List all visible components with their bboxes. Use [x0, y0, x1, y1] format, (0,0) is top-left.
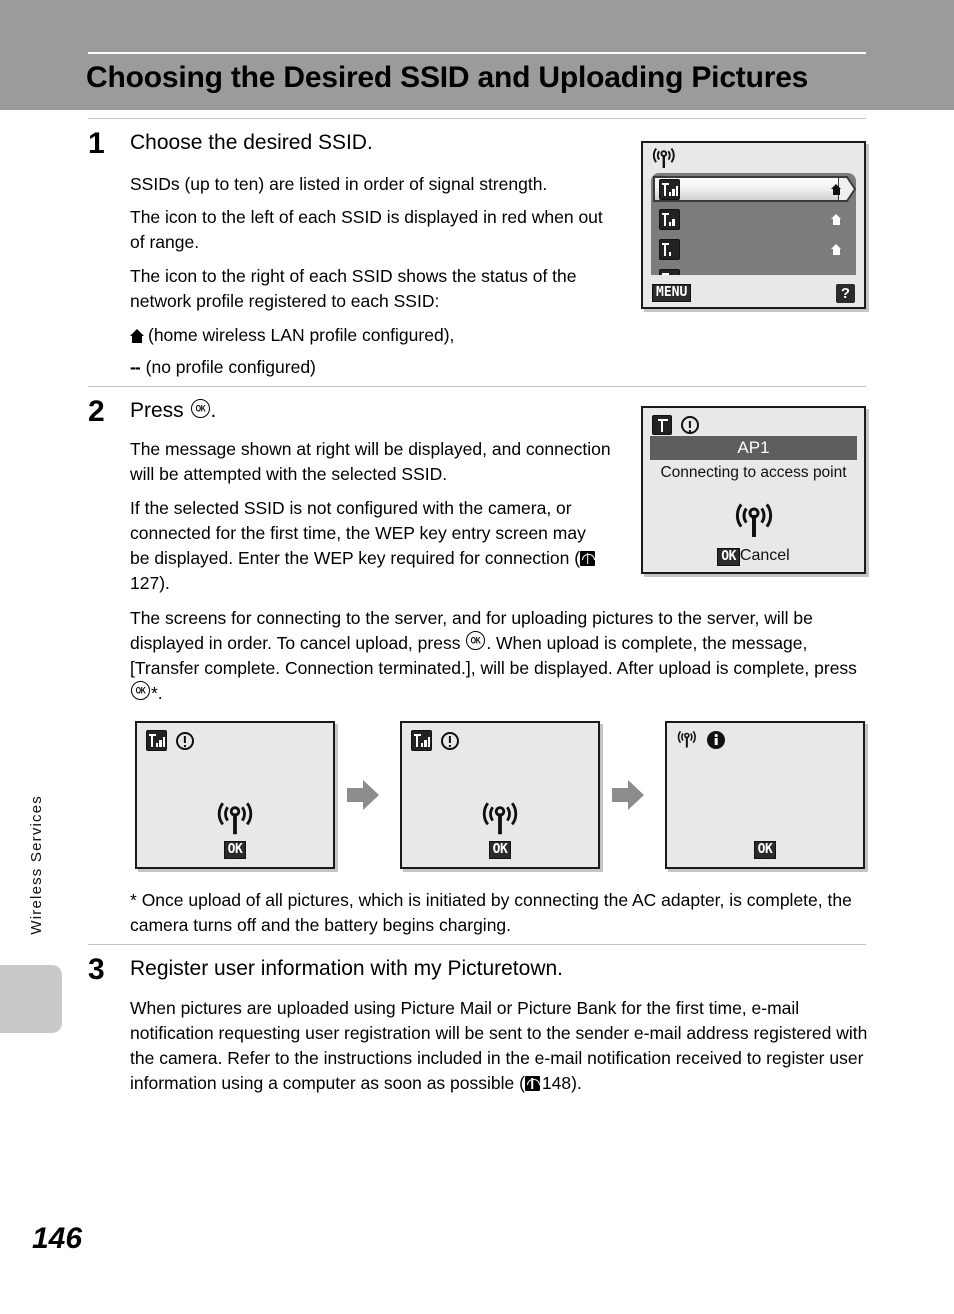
ok-row[interactable]: OK — [667, 840, 863, 859]
wireless-antenna-icon — [482, 802, 518, 835]
home-icon — [831, 212, 842, 230]
page-title: Choosing the Desired SSID and Uploading … — [86, 61, 809, 94]
ssid-screen-footer: MENU ? — [643, 275, 864, 307]
signal-strength-3-icon — [411, 730, 432, 751]
step-1-legend-none: -- (no profile configured) — [130, 355, 630, 380]
step-2-paragraph-3-end: *. — [151, 683, 163, 703]
ok-button-icon: OK — [488, 841, 512, 859]
access-point-name: AP1 — [650, 436, 857, 460]
connecting-message: Connecting to access point — [660, 464, 847, 481]
step-3-ref-page: 148 — [541, 1073, 572, 1093]
step-3-paragraph: When pictures are uploaded using Picture… — [130, 996, 878, 1096]
ok-button-icon — [466, 631, 486, 650]
step-3-paragraph-end: ). — [571, 1073, 582, 1093]
page-number: 146 — [32, 1222, 83, 1255]
dashes-icon: -- — [130, 357, 141, 377]
step-2-title-prefix: Press — [130, 399, 190, 422]
ok-row[interactable]: OK — [402, 840, 598, 859]
divider-step-3 — [88, 944, 866, 945]
uploading-screen[interactable]: OK — [400, 721, 600, 869]
signal-strength-2-icon — [659, 209, 680, 235]
step-1-legend-home: (home wireless LAN profile configured), — [130, 323, 630, 348]
wireless-antenna-icon — [652, 148, 675, 168]
flow-screen-2-status-icons — [411, 730, 459, 751]
connecting-screen-status-icons — [652, 415, 699, 435]
ok-button-icon — [190, 399, 210, 418]
section-tab-marker — [0, 965, 62, 1033]
step-2-paragraph-2: If the selected SSID is not configured w… — [130, 496, 610, 596]
flow-screen-1-status-icons — [146, 730, 194, 751]
step-1-legend-home-label: (home wireless LAN profile configured), — [148, 325, 455, 345]
step-1-number: 1 — [88, 127, 105, 160]
step-3-number: 3 — [88, 953, 105, 986]
step-1-legend-none-label: (no profile configured) — [145, 357, 316, 377]
step-2-paragraph-1: The message shown at right will be displ… — [130, 439, 611, 484]
warning-icon — [441, 731, 459, 750]
flow-screen-3-status-icons — [676, 730, 725, 750]
ok-row[interactable]: OK — [137, 840, 333, 859]
reference-book-icon — [580, 551, 596, 566]
list-item[interactable] — [651, 175, 856, 205]
cancel-label: Cancel — [739, 547, 790, 564]
step-1-paragraph-2: The icon to the left of each SSID is dis… — [130, 207, 603, 252]
home-icon — [831, 182, 842, 200]
wireless-antenna-icon — [735, 503, 772, 537]
step-2-ref-page: 127 — [130, 573, 160, 593]
list-item[interactable] — [651, 205, 856, 235]
wireless-antenna-icon — [677, 730, 696, 748]
footnote: * Once upload of all pictures, which is … — [130, 888, 878, 938]
step-2-title-suffix: . — [210, 399, 217, 422]
info-icon — [707, 731, 725, 749]
step-2-paragraph-2-text: If the selected SSID is not configured w… — [130, 498, 586, 568]
signal-strength-1-icon — [659, 239, 680, 265]
footnote-marker: * — [130, 890, 137, 910]
divider-step-2 — [88, 386, 866, 387]
step-2-title: Press . — [130, 399, 216, 423]
connecting-screen[interactable]: AP1 Connecting to access point OK Cancel — [641, 406, 866, 574]
menu-button[interactable]: MENU — [652, 284, 692, 302]
antenna-box-icon — [652, 415, 672, 435]
ok-button-icon — [131, 681, 150, 700]
footnote-text: Once upload of all pictures, which is in… — [130, 890, 852, 935]
header-rule — [88, 52, 866, 54]
step-3-title: Register user information with my Pictur… — [130, 957, 563, 980]
selection-highlight — [653, 176, 840, 202]
signal-strength-3-icon — [659, 179, 680, 205]
transfer-complete-screen[interactable]: OK — [665, 721, 865, 869]
ok-button-icon: OK — [717, 548, 740, 566]
home-icon — [831, 242, 842, 260]
flow-arrow-1 — [345, 778, 381, 812]
help-button[interactable]: ? — [836, 284, 855, 303]
ssid-screen-header — [643, 143, 864, 173]
step-2-number: 2 — [88, 395, 105, 428]
flow-arrow-2 — [610, 778, 646, 812]
ok-button-icon: OK — [223, 841, 247, 859]
step-1-paragraph-1: SSIDs (up to ten) are listed in order of… — [130, 174, 548, 194]
wireless-antenna-icon — [217, 802, 253, 835]
divider-step-1 — [88, 118, 866, 119]
ok-button-icon: OK — [753, 841, 777, 859]
warning-icon — [681, 416, 699, 434]
step-2-paragraph-3: The screens for connecting to the server… — [130, 606, 876, 706]
ssid-list-screen[interactable]: -- MENU ? — [641, 141, 866, 309]
home-icon — [130, 329, 145, 343]
section-label: Wireless Services — [28, 795, 45, 935]
cancel-row[interactable]: OK Cancel — [643, 547, 864, 566]
warning-icon — [176, 731, 194, 750]
step-1-paragraph-3: The icon to the right of each SSID shows… — [130, 266, 577, 311]
connecting-to-server-screen[interactable]: OK — [135, 721, 335, 869]
list-item[interactable] — [651, 235, 856, 265]
signal-strength-3-icon — [146, 730, 167, 751]
step-1-title: Choose the desired SSID. — [130, 131, 373, 154]
reference-book-icon — [524, 1076, 540, 1091]
step-3-paragraph-text: When pictures are uploaded using Picture… — [130, 998, 868, 1093]
